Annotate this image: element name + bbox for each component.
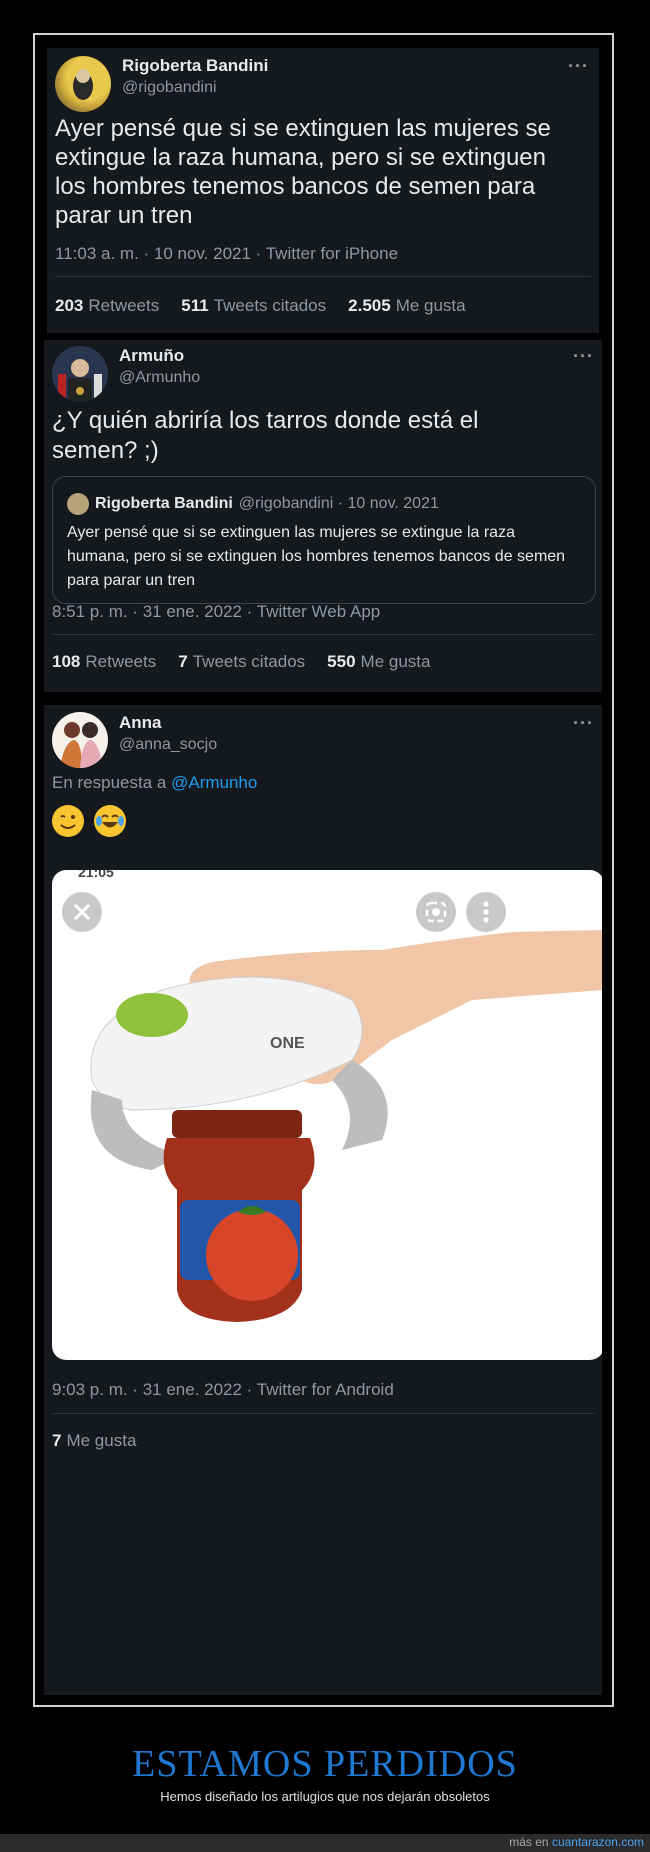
quoted-avatar bbox=[67, 493, 89, 515]
quotes-stat[interactable]: 511 Tweets citados bbox=[181, 296, 326, 316]
likes-stat[interactable]: 2.505 Me gusta bbox=[348, 296, 465, 316]
divider bbox=[55, 276, 591, 277]
likes-stat[interactable]: 7 Me gusta bbox=[52, 1431, 136, 1451]
tweet-anna[interactable]: Anna @anna_socjo ··· En respuesta a @Arm… bbox=[44, 705, 602, 1695]
tweet-stats: 108 Retweets 7 Tweets citados 550 Me gusta bbox=[52, 652, 430, 672]
tweet-timestamp[interactable]: 11:03 a. m. · 10 nov. 2021 · Twitter for… bbox=[55, 244, 398, 264]
reply-mention-link[interactable]: @Armunho bbox=[171, 773, 257, 792]
site-bar: más en cuantarazon.com bbox=[0, 1834, 650, 1852]
attached-photo[interactable]: 21:05 ONE bbox=[52, 870, 602, 1360]
winking-face-icon bbox=[52, 805, 84, 837]
user-handle[interactable]: @Armunho bbox=[119, 369, 200, 387]
tears-of-joy-icon bbox=[94, 805, 127, 837]
avatar[interactable] bbox=[52, 346, 108, 402]
retweets-stat[interactable]: 108 Retweets bbox=[52, 652, 156, 672]
quotes-stat[interactable]: 7 Tweets citados bbox=[178, 652, 305, 672]
tweet-timestamp[interactable]: 9:03 p. m. · 31 ene. 2022 · Twitter for … bbox=[52, 1380, 394, 1400]
more-icon[interactable]: ··· bbox=[573, 346, 594, 367]
tweet-timestamp[interactable]: 8:51 p. m. · 31 ene. 2022 · Twitter Web … bbox=[52, 602, 380, 622]
quoted-display-name: Rigoberta Bandini bbox=[95, 495, 233, 512]
display-name[interactable]: Rigoberta Bandini bbox=[122, 56, 268, 76]
reply-context: En respuesta a @Armunho bbox=[52, 773, 258, 792]
user-handle[interactable]: @anna_socjo bbox=[119, 736, 217, 754]
more-icon[interactable]: ··· bbox=[573, 713, 594, 734]
tweet-stats: 7 Me gusta bbox=[52, 1431, 136, 1451]
tweet-text: Ayer pensé que si se extinguen las mujer… bbox=[55, 115, 551, 229]
product-brand: ONE bbox=[270, 1035, 305, 1052]
avatar[interactable] bbox=[52, 712, 108, 768]
quoted-text: Ayer pensé que si se extinguen las mujer… bbox=[67, 524, 566, 589]
meme-frame: Rigoberta Bandini @rigobandini ··· Ayer … bbox=[33, 33, 614, 1707]
quoted-tweet[interactable]: Rigoberta Bandini @rigobandini · 10 nov.… bbox=[52, 476, 596, 604]
jar-opener-illustration: ONE bbox=[90, 930, 602, 1322]
meme-title: ESTAMOS PERDIDOS bbox=[132, 1743, 518, 1785]
tweet-stats: 203 Retweets 511 Tweets citados 2.505 Me gu… bbox=[55, 296, 466, 316]
user-handle[interactable]: @rigobandini bbox=[122, 79, 217, 97]
avatar[interactable] bbox=[55, 56, 111, 112]
tweet-rigoberta[interactable]: Rigoberta Bandini @rigobandini ··· Ayer … bbox=[47, 48, 599, 333]
likes-stat[interactable]: 550 Me gusta bbox=[327, 652, 430, 672]
emoji-row bbox=[52, 805, 132, 842]
site-credit: más en cuantarazon.com bbox=[509, 1835, 644, 1849]
quoted-tweet-header: Rigoberta Bandini @rigobandini · 10 nov.… bbox=[67, 493, 439, 515]
tweet-armuno[interactable]: Armuño @Armunho ··· ¿Y quién abriría los… bbox=[44, 340, 602, 692]
retweets-stat[interactable]: 203 Retweets bbox=[55, 296, 159, 316]
tweet-text: ¿Y quién abriría los tarros donde está e… bbox=[52, 407, 479, 464]
divider bbox=[52, 1413, 594, 1414]
display-name[interactable]: Armuño bbox=[119, 346, 184, 366]
display-name[interactable]: Anna bbox=[119, 713, 162, 733]
quoted-handle-date: @rigobandini · 10 nov. 2021 bbox=[238, 495, 439, 512]
divider bbox=[52, 634, 594, 635]
more-icon[interactable]: ··· bbox=[568, 56, 589, 77]
meme-subtitle: Hemos diseñado los artilugios que nos de… bbox=[160, 1789, 490, 1804]
site-link[interactable]: cuantarazon.com bbox=[552, 1835, 644, 1849]
